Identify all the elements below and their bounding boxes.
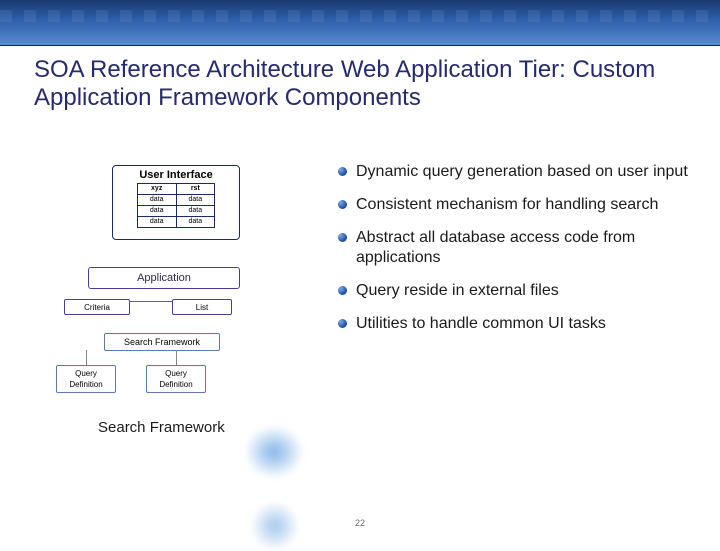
table-row: data data (137, 195, 214, 206)
list-item: Query reside in external files (336, 281, 700, 301)
list-item: Utilities to handle common UI tasks (336, 314, 700, 334)
page-title: SOA Reference Architecture Web Applicati… (34, 56, 700, 112)
list-box: List (172, 299, 232, 315)
application-box: Application (88, 267, 240, 289)
section-title: Search Framework (98, 419, 225, 436)
connector-line (129, 301, 172, 309)
page-number: 22 (0, 518, 720, 528)
decorative-shade (244, 425, 304, 479)
connector-line (86, 350, 87, 366)
criteria-box: Criteria (64, 299, 130, 315)
table-header-cell: rst (176, 184, 215, 195)
user-interface-box: User Interface xyz rst data data data da… (112, 165, 240, 240)
list-item: Consistent mechanism for handling search (336, 195, 700, 215)
connector-line (176, 350, 177, 366)
list-item: Dynamic query generation based on user i… (336, 162, 700, 182)
query-definition-box: QueryDefinition (146, 365, 206, 393)
query-definition-box: QueryDefinition (56, 365, 116, 393)
bullet-list: Dynamic query generation based on user i… (336, 162, 700, 347)
header-band (0, 0, 720, 46)
list-item: Abstract all database access code from a… (336, 228, 700, 268)
search-framework-box: Search Framework (104, 333, 220, 351)
table-header-cell: xyz (137, 184, 176, 195)
user-interface-label: User Interface (113, 166, 239, 183)
search-framework-group: Search Framework QueryDefinition QueryDe… (56, 333, 272, 399)
table-row: data data (137, 206, 214, 217)
table-row: data data (137, 217, 214, 228)
application-group: Application Criteria List (64, 267, 264, 329)
ui-data-table: xyz rst data data data data data data (137, 183, 215, 228)
